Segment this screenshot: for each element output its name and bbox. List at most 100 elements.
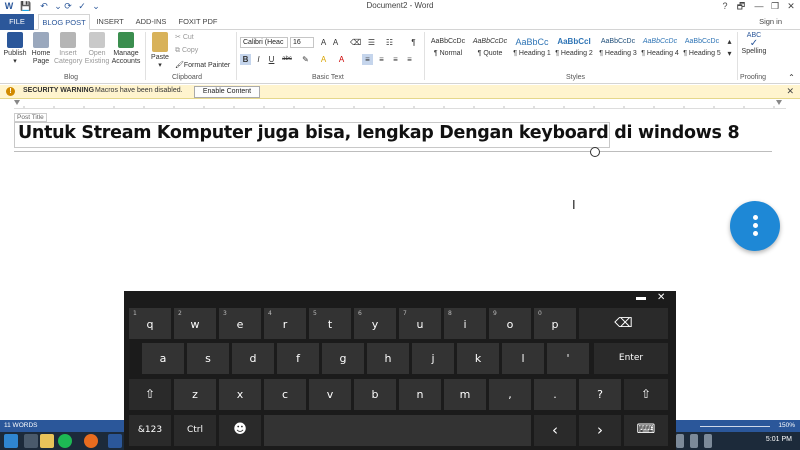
key-keyboard-switch[interactable]: ⌨ bbox=[624, 415, 668, 446]
style-heading-5[interactable]: AaBbCcDc ¶ Heading 5 bbox=[682, 34, 722, 64]
firefox-icon[interactable] bbox=[84, 434, 98, 448]
styles-scroll-up-icon[interactable]: ▴ bbox=[724, 36, 735, 47]
key-left-arrow[interactable]: ‹ bbox=[534, 415, 576, 446]
key-apostrophe[interactable]: ' bbox=[547, 343, 589, 374]
align-left-icon[interactable]: ≡ bbox=[362, 54, 373, 65]
home-page-button[interactable]: Home Page bbox=[28, 32, 54, 66]
key-l[interactable]: l bbox=[502, 343, 544, 374]
key-x[interactable]: x bbox=[219, 379, 261, 410]
sign-in-link[interactable]: Sign in bbox=[759, 17, 782, 26]
style-heading-4[interactable]: AaBbCcDc ¶ Heading 4 bbox=[640, 34, 680, 64]
maximize-button[interactable]: ❐ bbox=[768, 1, 782, 12]
key-ctrl[interactable]: Ctrl bbox=[174, 415, 216, 446]
key-b[interactable]: b bbox=[354, 379, 396, 410]
key-n[interactable]: n bbox=[399, 379, 441, 410]
paste-button[interactable]: Paste ▾ bbox=[148, 32, 172, 70]
text-effects-icon[interactable]: ✎ bbox=[300, 54, 311, 65]
tab-foxit-pdf[interactable]: FOXIT PDF bbox=[176, 14, 220, 30]
tab-insert[interactable]: INSERT bbox=[92, 14, 128, 30]
style-normal[interactable]: AaBbCcDc ¶ Normal bbox=[428, 34, 468, 64]
key-symbols[interactable]: &123 bbox=[129, 415, 171, 446]
underline-button[interactable]: U bbox=[266, 54, 277, 65]
key-e[interactable]: 3e bbox=[219, 308, 261, 339]
italic-button[interactable]: I bbox=[253, 54, 264, 65]
zoom-slider[interactable] bbox=[700, 426, 770, 427]
key-i[interactable]: 8i bbox=[444, 308, 486, 339]
key-p[interactable]: 0p bbox=[534, 308, 576, 339]
paragraph-mark-icon[interactable]: ¶ bbox=[408, 37, 419, 48]
close-button[interactable]: ✕ bbox=[784, 1, 798, 12]
volume-icon[interactable] bbox=[704, 434, 712, 448]
key-backspace[interactable]: ⌫ bbox=[579, 308, 668, 339]
key-t[interactable]: 5t bbox=[309, 308, 351, 339]
tab-blog-post[interactable]: BLOG POST bbox=[38, 14, 90, 30]
collapse-ribbon-icon[interactable]: ⌃ bbox=[786, 72, 797, 83]
key-r[interactable]: 4r bbox=[264, 308, 306, 339]
key-enter[interactable]: Enter bbox=[594, 343, 668, 374]
style-quote[interactable]: AaBbCcDc ¶ Quote bbox=[470, 34, 510, 64]
key-c[interactable]: c bbox=[264, 379, 306, 410]
font-color-icon[interactable]: A bbox=[336, 54, 347, 65]
taskbar-clock[interactable]: 5:01 PM bbox=[766, 436, 792, 443]
horizontal-ruler[interactable] bbox=[14, 100, 786, 109]
key-w[interactable]: 2w bbox=[174, 308, 216, 339]
ribbon-display-button[interactable]: 🗗 bbox=[734, 1, 748, 12]
word-icon[interactable] bbox=[108, 434, 122, 448]
selection-handle[interactable] bbox=[590, 147, 600, 157]
key-emoji[interactable]: ☻ bbox=[219, 415, 261, 446]
tray-icon[interactable] bbox=[676, 434, 684, 448]
spelling-button[interactable]: ABC ✓ Spelling bbox=[740, 32, 768, 56]
key-shift-right[interactable]: ⇧ bbox=[624, 379, 668, 410]
styles-pane-icon[interactable]: ≡ bbox=[404, 54, 415, 65]
key-g[interactable]: g bbox=[322, 343, 364, 374]
strikethrough-button[interactable]: abc bbox=[280, 54, 294, 65]
styles-scroll-down-icon[interactable]: ▾ bbox=[724, 48, 735, 59]
key-k[interactable]: k bbox=[457, 343, 499, 374]
open-existing-button[interactable]: Open Existing bbox=[84, 32, 110, 66]
key-a[interactable]: a bbox=[142, 343, 184, 374]
key-question[interactable]: ? bbox=[579, 379, 621, 410]
style-heading-3[interactable]: AaBbCcDc ¶ Heading 3 bbox=[598, 34, 638, 64]
key-comma[interactable]: , bbox=[489, 379, 531, 410]
key-h[interactable]: h bbox=[367, 343, 409, 374]
font-size-combo[interactable]: 16 bbox=[290, 37, 314, 48]
close-warning-icon[interactable]: ✕ bbox=[786, 86, 794, 97]
folder-icon[interactable] bbox=[40, 434, 54, 448]
close-keyboard-icon[interactable]: ✕ bbox=[657, 292, 665, 303]
network-icon[interactable] bbox=[690, 434, 698, 448]
spotify-icon[interactable] bbox=[58, 434, 72, 448]
key-right-arrow[interactable]: › bbox=[579, 415, 621, 446]
format-painter-button[interactable]: 🖌Format Painter bbox=[175, 61, 230, 69]
key-z[interactable]: z bbox=[174, 379, 216, 410]
dock-keyboard-icon[interactable]: ▬ bbox=[636, 292, 646, 303]
align-center-icon[interactable]: ≡ bbox=[376, 54, 387, 65]
enable-content-button[interactable]: Enable Content bbox=[194, 86, 260, 98]
key-d[interactable]: d bbox=[232, 343, 274, 374]
shrink-font-icon[interactable]: A bbox=[330, 37, 341, 48]
minimize-button[interactable]: — bbox=[752, 1, 766, 12]
start-icon[interactable] bbox=[4, 434, 18, 448]
more-options-button[interactable] bbox=[730, 201, 780, 251]
word-count[interactable]: 11 WORDS bbox=[4, 422, 37, 429]
clear-format-icon[interactable]: ⌫ bbox=[350, 37, 361, 48]
key-shift-left[interactable]: ⇧ bbox=[129, 379, 171, 410]
key-f[interactable]: f bbox=[277, 343, 319, 374]
font-name-combo[interactable]: Calibri (Heac bbox=[240, 37, 288, 48]
key-space[interactable] bbox=[264, 415, 531, 446]
key-s[interactable]: s bbox=[187, 343, 229, 374]
copy-button[interactable]: ⧉ Copy bbox=[175, 47, 198, 55]
style-heading-1[interactable]: AaBbCc ¶ Heading 1 bbox=[512, 34, 552, 64]
key-m[interactable]: m bbox=[444, 379, 486, 410]
align-right-icon[interactable]: ≡ bbox=[390, 54, 401, 65]
numbering-icon[interactable]: ☷ bbox=[384, 37, 395, 48]
key-u[interactable]: 7u bbox=[399, 308, 441, 339]
tab-add-ins[interactable]: ADD-INS bbox=[132, 14, 170, 30]
key-o[interactable]: 9o bbox=[489, 308, 531, 339]
style-heading-2[interactable]: AaBbCcI ¶ Heading 2 bbox=[554, 34, 594, 64]
tab-file[interactable]: FILE bbox=[0, 14, 34, 30]
bullets-icon[interactable]: ☰ bbox=[366, 37, 377, 48]
key-v[interactable]: v bbox=[309, 379, 351, 410]
grow-font-icon[interactable]: A bbox=[318, 37, 329, 48]
highlight-icon[interactable]: A bbox=[318, 54, 329, 65]
key-q[interactable]: 1q bbox=[129, 308, 171, 339]
